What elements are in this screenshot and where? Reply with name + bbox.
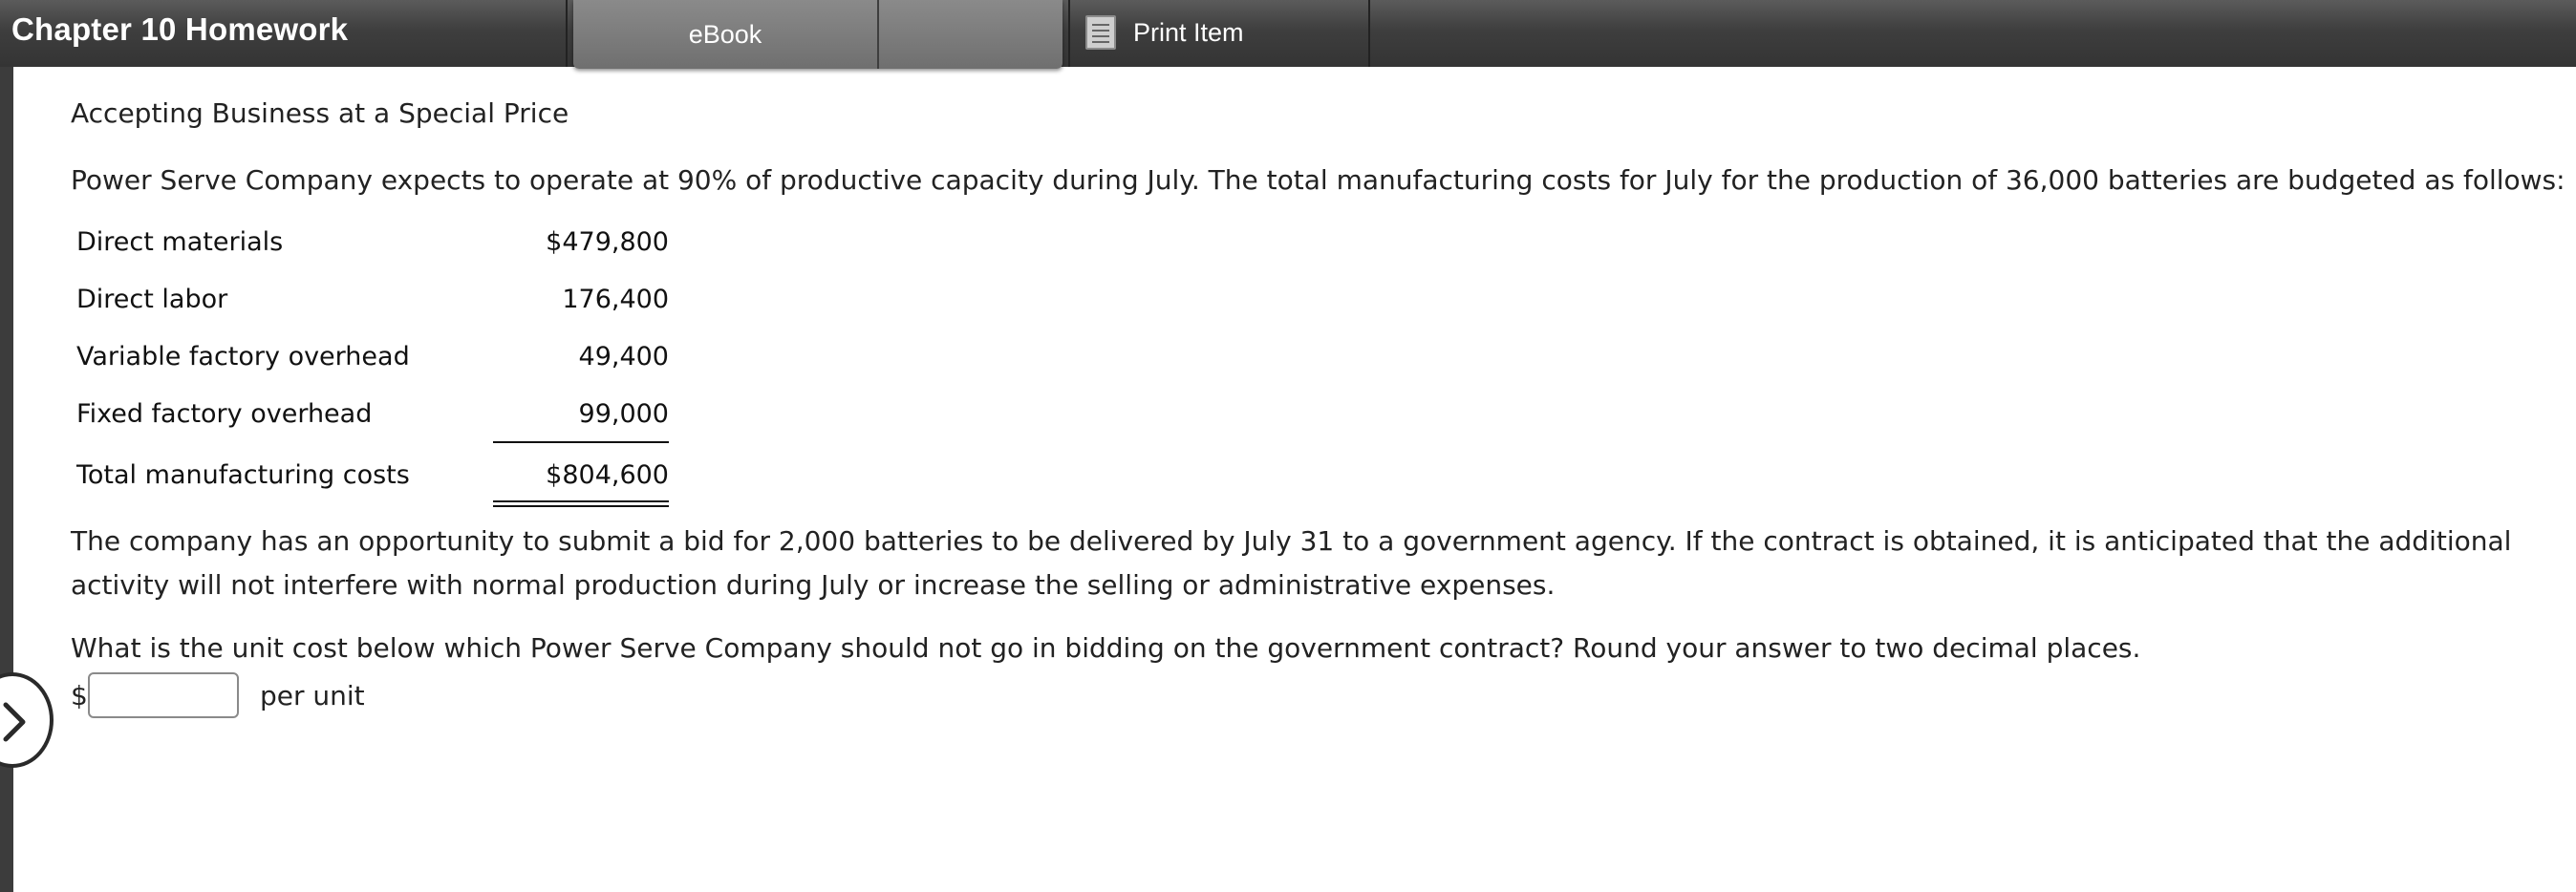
total-double-rule [493, 505, 669, 507]
print-item-label: Print Item [1133, 17, 1244, 47]
print-item-button[interactable]: Print Item [1085, 13, 1244, 52]
left-frame [0, 67, 13, 892]
toolbar-divider [1068, 0, 1070, 67]
table-row: Direct labor 176,400 [76, 273, 669, 330]
problem-paragraph: The company has an opportunity to submit… [71, 525, 2512, 601]
cost-amount: 176,400 [562, 285, 669, 314]
question-text: What is the unit cost below which Power … [71, 632, 2141, 664]
cost-label: Variable factory overhead [76, 342, 410, 372]
assignment-title: Chapter 10 Homework [11, 11, 349, 47]
tab-group: eBook [573, 0, 1063, 69]
total-label: Total manufacturing costs [76, 460, 410, 490]
top-bar: Chapter 10 Homework eBook Print Item [0, 0, 2576, 69]
cost-table: Direct materials $479,800 Direct labor 1… [76, 216, 669, 507]
total-amount: $804,600 [546, 460, 669, 490]
next-arrow-button[interactable] [0, 672, 54, 768]
currency-symbol: $ [71, 680, 88, 711]
toolbar-divider [1368, 0, 1370, 67]
tab-ebook[interactable]: eBook [573, 0, 877, 69]
table-row: Variable factory overhead 49,400 [76, 330, 669, 388]
unit-cost-input[interactable] [88, 672, 239, 718]
total-double-rule [493, 500, 669, 502]
toolbar-divider [566, 0, 568, 67]
print-icon [1085, 15, 1116, 50]
per-unit-label: per unit [260, 680, 365, 711]
cost-label: Fixed factory overhead [76, 399, 373, 429]
problem-intro: Power Serve Company expects to operate a… [71, 164, 2565, 196]
chevron-right-icon [3, 702, 26, 742]
cost-amount: $479,800 [546, 227, 669, 257]
cost-amount: 49,400 [578, 342, 669, 372]
total-row: Total manufacturing costs $804,600 [76, 449, 669, 506]
cost-label: Direct labor [76, 285, 228, 314]
cost-amount: 99,000 [578, 399, 669, 429]
table-row: Direct materials $479,800 [76, 216, 669, 273]
table-row: Fixed factory overhead 99,000 [76, 388, 669, 445]
problem-title: Accepting Business at a Special Price [71, 97, 569, 129]
cost-label: Direct materials [76, 227, 284, 257]
subtotal-rule [493, 441, 669, 443]
tab-unlabeled[interactable] [879, 0, 1063, 69]
